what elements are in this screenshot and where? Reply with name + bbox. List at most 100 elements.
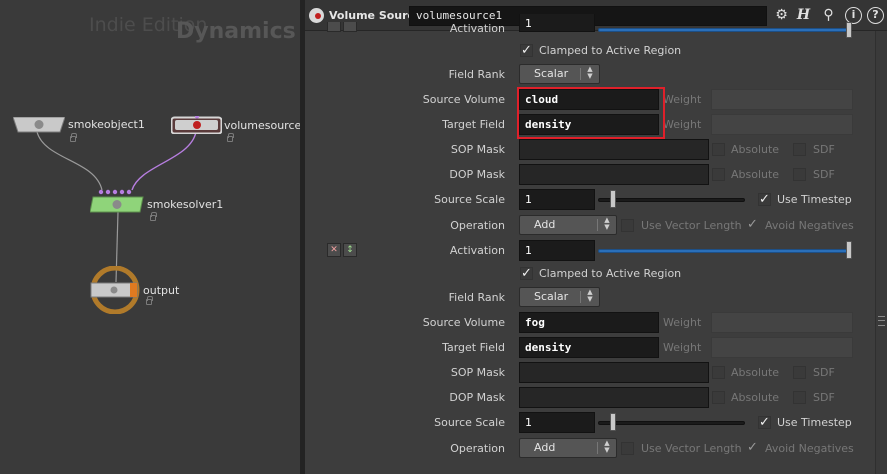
weight-field[interactable] [711,312,853,333]
use-timestep-checkbox[interactable]: ✓ [758,416,771,429]
target-field-label: Target Field [442,341,505,354]
source-scale-slider[interactable] [598,421,745,425]
sop-mask-field[interactable] [519,362,709,383]
node-smokeobject1[interactable]: smokeobject1 [12,116,145,142]
field-rank-label: Field Rank [448,291,505,304]
node-shape-smokesolver [89,189,144,213]
target-field-field[interactable]: density [519,114,659,135]
weight-field[interactable] [711,337,853,358]
dop-mask-field[interactable] [519,164,709,185]
source-scale-slider-knob[interactable] [610,413,616,431]
sdf-label: SDF [813,366,835,379]
target-field-label: Target Field [442,118,505,131]
activation-label: Activation [449,244,505,257]
parameter-scrollbar[interactable] [875,31,887,474]
activation-label: Activation [449,22,505,35]
field-rank-value: Scalar [534,290,569,303]
absolute-checkbox[interactable] [712,168,725,181]
updown-arrow-icon: ▲ ▼ [604,216,610,231]
node-label-smokeobject1: smokeobject1 [68,118,145,131]
absolute-checkbox[interactable] [712,143,725,156]
avoid-negatives-checkbox[interactable]: ✓ [746,441,759,455]
sdf-checkbox[interactable] [793,143,806,156]
sop-mask-label: SOP Mask [450,366,505,379]
avoid-negatives-label: Avoid Negatives [765,219,854,232]
sop-mask-label: SOP Mask [450,143,505,156]
clamped-checkbox[interactable]: ✓ [520,267,533,280]
search-icon[interactable]: ⚲ [820,7,837,24]
clamped-label: Clamped to Active Region [539,44,682,57]
sop-mask-field[interactable] [519,139,709,160]
activation-field[interactable]: 1 [519,14,595,32]
node-volumesource1[interactable]: volumesource1 [170,114,300,142]
absolute-label: Absolute [731,391,780,404]
use-vector-length-checkbox[interactable] [621,219,634,232]
source-volume-label: Source Volume [422,316,505,329]
parameter-header: Volume Source volumesource1 ⚙ H ⚲ i ? [305,0,887,31]
operation-combo[interactable]: Add ▲ ▼ [519,438,617,458]
updown-arrow-icon: ▲ ▼ [604,439,610,454]
lock-icon[interactable] [146,296,153,305]
avoid-negatives-checkbox[interactable]: ✓ [746,218,759,232]
node-shape-volumesource [170,114,223,135]
weight-label: Weight [663,118,702,131]
sdf-label: SDF [813,143,835,156]
sdf-label: SDF [813,168,835,181]
lock-icon[interactable] [150,212,157,221]
weight-label: Weight [663,341,702,354]
avoid-negatives-label: Avoid Negatives [765,442,854,455]
clamped-label: Clamped to Active Region [539,267,682,280]
sdf-checkbox[interactable] [793,366,806,379]
activation-slider[interactable] [598,28,850,32]
dop-mask-field[interactable] [519,387,709,408]
source-volume-field[interactable]: cloud [519,89,659,110]
insert-icon: ↕ [346,245,354,255]
volume-source-node-icon [309,8,324,23]
dop-mask-label: DOP Mask [449,391,505,404]
source-scale-slider-knob[interactable] [610,190,616,208]
source-scale-slider[interactable] [598,198,745,202]
node-shape-output [90,265,140,315]
absolute-checkbox[interactable] [712,391,725,404]
h-help-icon[interactable]: H [795,7,812,24]
activation-slider[interactable] [598,249,850,253]
field-rank-combo[interactable]: Scalar ▲ ▼ [519,64,600,84]
sdf-checkbox[interactable] [793,168,806,181]
multiparm-insert-button[interactable] [343,22,357,32]
sdf-checkbox[interactable] [793,391,806,404]
source-volume-field[interactable]: fog [519,312,659,333]
activation-slider-knob[interactable] [846,22,852,38]
node-label-smokesolver1: smokesolver1 [147,198,224,211]
weight-field[interactable] [711,114,853,135]
lock-icon[interactable] [70,133,77,142]
network-view[interactable]: Indie Edition Dynamics smokeobject1 volu… [0,0,300,474]
activation-field[interactable]: 1 [519,240,595,261]
multiparm-insert-button[interactable]: ↕ [343,243,357,257]
clamped-checkbox[interactable]: ✓ [520,44,533,57]
multiparm-remove-button[interactable]: ✕ [327,243,341,257]
gear-icon[interactable]: ⚙ [773,7,790,24]
node-shape-smokeobject [12,116,66,133]
source-scale-field[interactable]: 1 [519,189,595,210]
field-rank-value: Scalar [534,67,569,80]
lock-icon[interactable] [227,133,234,142]
operation-combo[interactable]: Add ▲ ▼ [519,215,617,235]
multiparm-remove-button[interactable] [327,22,341,32]
activation-slider-knob[interactable] [846,241,852,259]
field-rank-combo[interactable]: Scalar ▲ ▼ [519,287,600,307]
absolute-checkbox[interactable] [712,366,725,379]
node-smokesolver1[interactable]: smokesolver1 [89,189,223,221]
operation-label: Operation [450,219,505,232]
absolute-label: Absolute [731,366,780,379]
source-scale-field[interactable]: 1 [519,412,595,433]
parameter-pane: Volume Source volumesource1 ⚙ H ⚲ i ? Ac… [305,0,887,474]
updown-arrow-icon: ▲ ▼ [587,65,593,80]
use-vector-length-label: Use Vector Length [641,219,742,232]
help-icon[interactable]: ? [867,7,884,24]
use-timestep-checkbox[interactable]: ✓ [758,193,771,206]
target-field-field[interactable]: density [519,337,659,358]
scrollbar-grip[interactable] [878,316,885,326]
node-output[interactable]: output [89,265,179,315]
weight-field[interactable] [711,89,853,110]
use-vector-length-checkbox[interactable] [621,442,634,455]
